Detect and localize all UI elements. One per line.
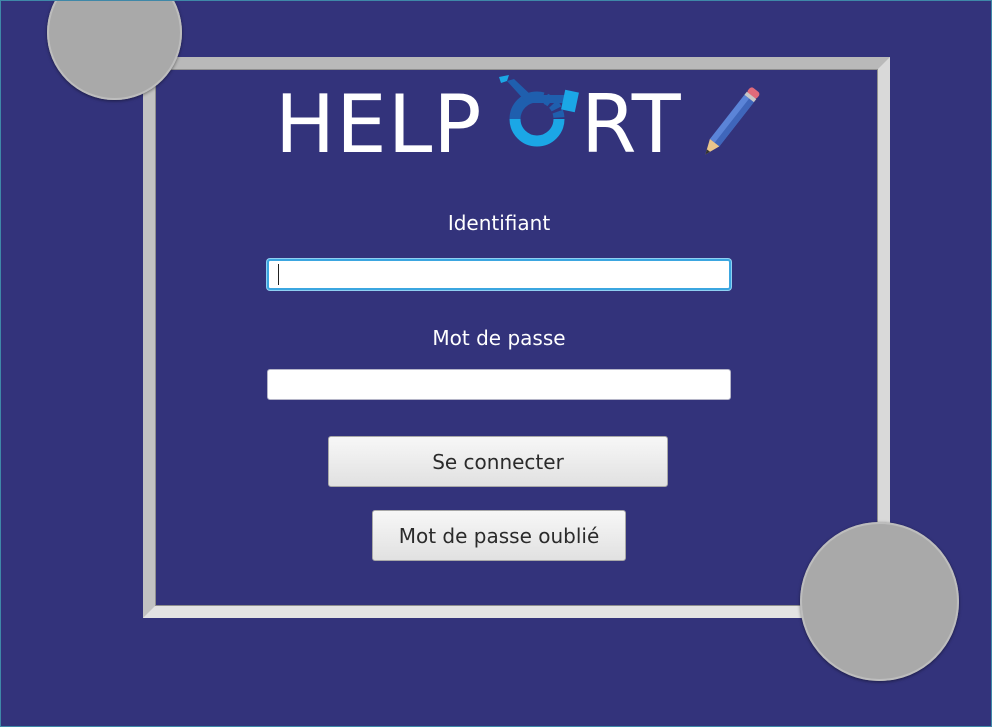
- text-caret: [278, 264, 279, 285]
- forgot-password-button[interactable]: Mot de passe oublié: [372, 510, 626, 561]
- identifiant-input[interactable]: [267, 259, 731, 290]
- pencil-icon: [705, 87, 760, 155]
- helport-logo: HELP RT: [275, 73, 765, 173]
- decorative-circle-bottom-right: [800, 522, 959, 681]
- identifiant-label: Identifiant: [447, 211, 551, 235]
- wheelchair-o-icon: [499, 75, 579, 147]
- password-label: Mot de passe: [432, 326, 566, 350]
- logo-text-right: RT: [581, 78, 682, 171]
- password-input[interactable]: [267, 369, 731, 400]
- logo-text-left: HELP: [275, 78, 483, 171]
- app-window: HELP RT Identifiant Mot de passe Se conn…: [0, 0, 992, 727]
- connect-button[interactable]: Se connecter: [328, 436, 668, 487]
